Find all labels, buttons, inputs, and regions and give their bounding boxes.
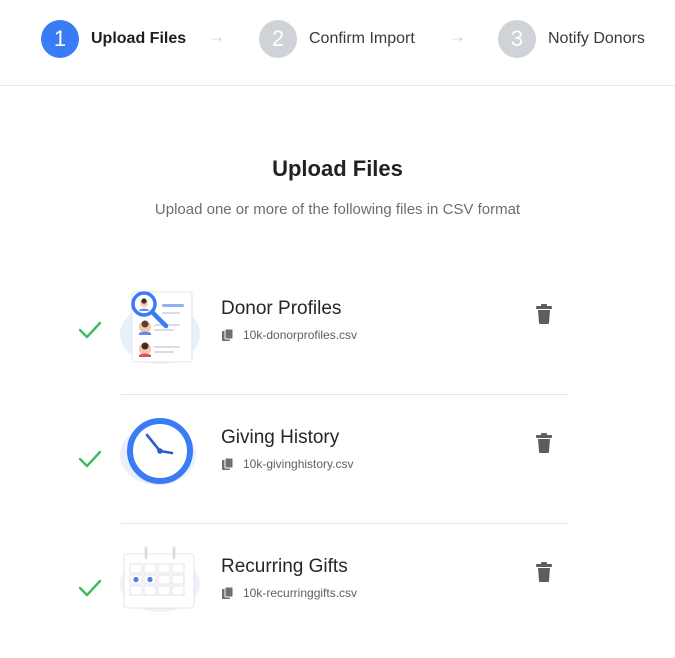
clock-icon xyxy=(120,418,196,485)
row-divider xyxy=(121,394,568,395)
file-name: Donor Profiles xyxy=(221,298,342,319)
arrow-right-icon: → xyxy=(208,27,225,46)
check-icon xyxy=(78,579,102,597)
file-path: 10k-givinghistory.csv xyxy=(243,457,354,471)
file-meta: 10k-givinghistory.csv xyxy=(221,457,353,471)
file-copy-icon xyxy=(222,328,234,341)
page-title: Upload Files xyxy=(272,156,403,181)
file-meta: 10k-recurringgifts.csv xyxy=(221,586,357,600)
file-row-giving-history: Giving History 10k-givinghistory.csv xyxy=(0,409,675,529)
file-name: Giving History xyxy=(221,427,340,448)
file-path: 10k-recurringgifts.csv xyxy=(243,586,358,600)
step-number: 3 xyxy=(498,20,536,58)
trash-icon[interactable] xyxy=(535,562,553,582)
calendar-icon xyxy=(120,546,200,612)
file-path: 10k-donorprofiles.csv xyxy=(243,328,358,342)
file-name: Recurring Gifts xyxy=(221,556,348,577)
step-label: Confirm Import xyxy=(309,30,415,47)
step-label: Upload Files xyxy=(91,30,187,47)
arrow-right-icon: → xyxy=(449,27,466,46)
check-icon xyxy=(78,450,102,468)
check-icon xyxy=(78,321,102,339)
step-number: 2 xyxy=(259,20,297,58)
row-divider xyxy=(121,523,568,524)
file-meta: 10k-donorprofiles.csv xyxy=(221,328,357,342)
step-upload-files[interactable]: 1 Upload Files xyxy=(41,20,186,58)
trash-icon[interactable] xyxy=(535,433,553,453)
step-confirm-import[interactable]: 2 Confirm Import xyxy=(259,20,415,58)
file-row-donor-profiles: Donor Profiles 10k-donorprofiles.csv xyxy=(0,280,675,400)
page-subtitle: Upload one or more of the following file… xyxy=(154,201,521,218)
step-notify-donors[interactable]: 3 Notify Donors xyxy=(498,20,645,58)
import-stepper: 1 Upload Files → 2 Confirm Import → 3 No… xyxy=(0,0,675,86)
trash-icon[interactable] xyxy=(535,304,553,324)
file-row-recurring-gifts: Recurring Gifts 10k-recurringgifts.csv xyxy=(0,538,675,658)
donor-profiles-icon xyxy=(120,291,200,364)
file-copy-icon xyxy=(222,457,234,470)
step-number: 1 xyxy=(41,20,79,58)
file-copy-icon xyxy=(222,586,234,599)
step-label: Notify Donors xyxy=(548,30,645,47)
